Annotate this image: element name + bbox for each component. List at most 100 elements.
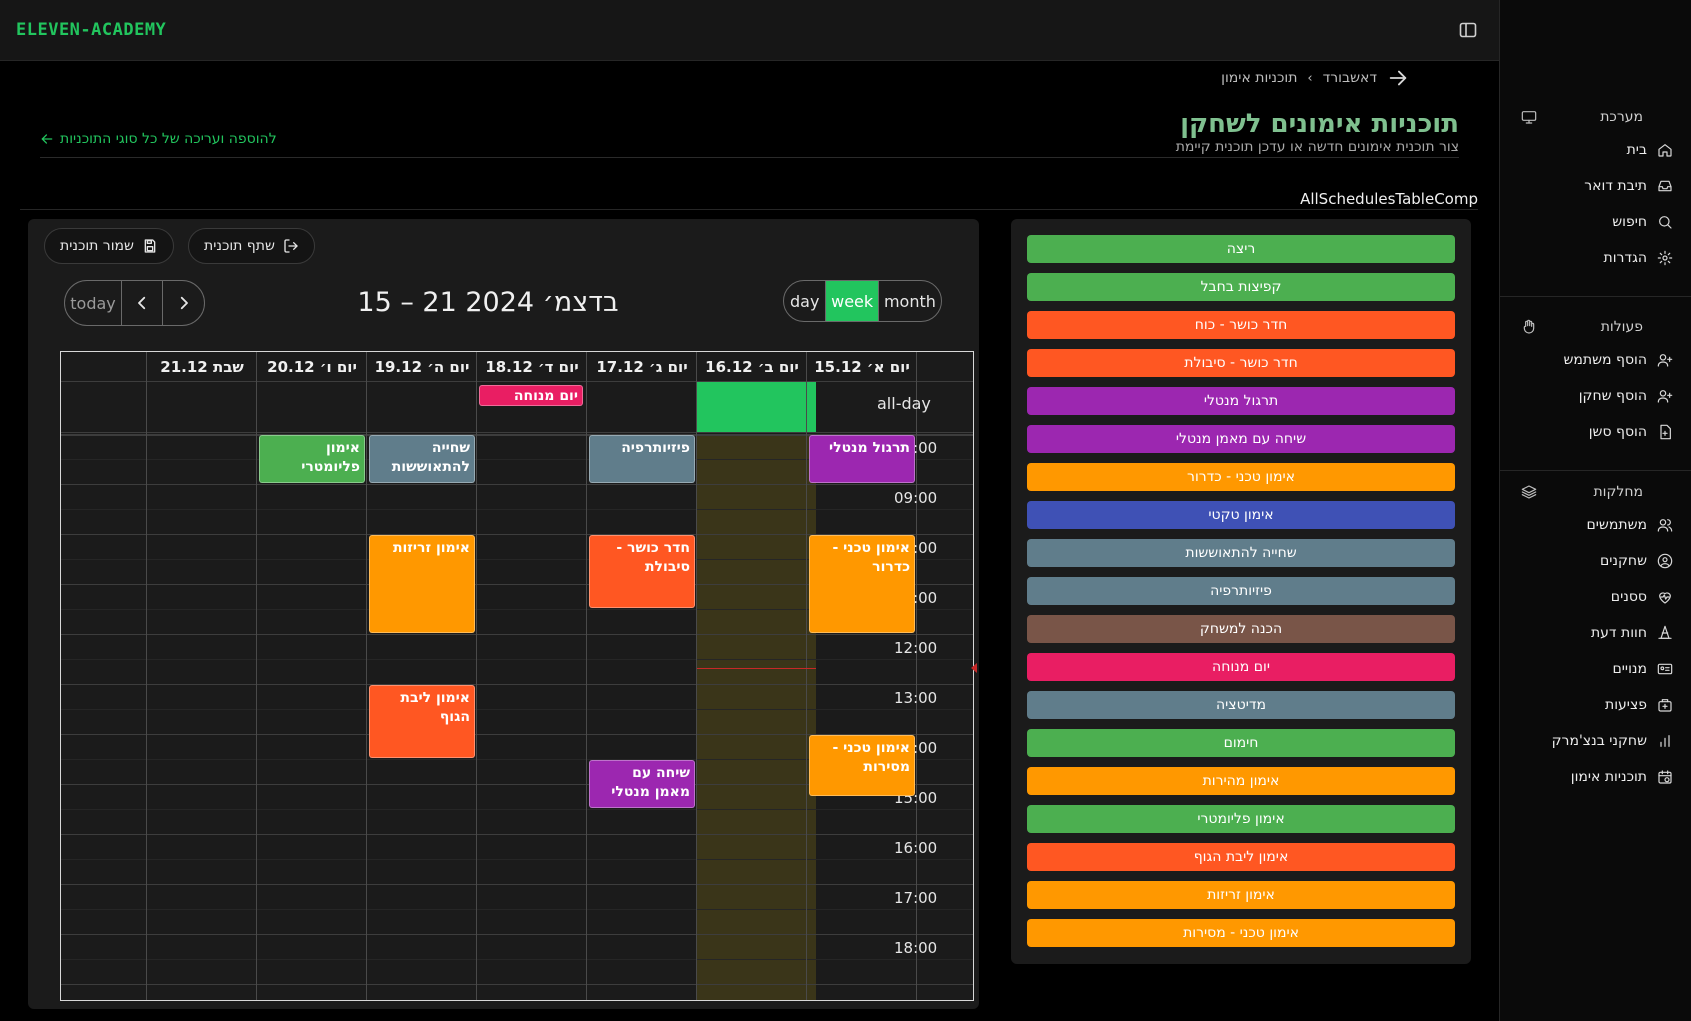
calendar-event[interactable]: חדר כושר - סיבולת: [589, 535, 695, 608]
day-divider: [476, 352, 477, 1000]
sidebar-item[interactable]: חיפוש: [1501, 204, 1691, 240]
event-type-chip[interactable]: חדר כושר - כוח: [1027, 311, 1455, 339]
calendar-event[interactable]: אימון טכני - כדרור: [809, 535, 915, 633]
calendar-event[interactable]: תרגול מנטלי: [809, 435, 915, 483]
hour-line: [61, 984, 973, 985]
sidebar-item-label: חוות דעת: [1590, 625, 1647, 641]
day-divider: [146, 352, 147, 1000]
add-programs-link[interactable]: להוספה ועריכה של כל סוגי התוכניות: [40, 131, 277, 147]
calendar-event[interactable]: אימון זריזות: [369, 535, 475, 633]
sidebar-item-label: שחקני בנצ'מרק: [1551, 733, 1647, 749]
header-divider: [61, 381, 973, 382]
day-header[interactable]: יום ד׳ 18.12: [477, 352, 587, 381]
event-type-chip[interactable]: ריצה: [1027, 235, 1455, 263]
event-type-chip[interactable]: מדיטציה: [1027, 691, 1455, 719]
medical-kit-icon: [1658, 699, 1672, 712]
calendar-navigation: today: [64, 280, 205, 326]
hour-line: [61, 934, 973, 935]
sidebar-item[interactable]: משתמשים: [1501, 507, 1691, 543]
event-type-chip[interactable]: תרגול מנטלי: [1027, 387, 1455, 415]
event-type-chip[interactable]: הכנה למשחק: [1027, 615, 1455, 643]
next-week-button[interactable]: [163, 281, 204, 325]
event-type-chip[interactable]: אימון טכני - כדרור: [1027, 463, 1455, 491]
event-type-chip[interactable]: קפיצות בחבל: [1027, 273, 1455, 301]
arrow-right-icon[interactable]: [1387, 67, 1409, 89]
half-hour-line: [61, 509, 973, 510]
event-type-chip[interactable]: שיחה עם מאמן מנטלי: [1027, 425, 1455, 453]
calendar-panel: שמור תוכנית שתף תוכנית today 15 – 21 בדצ…: [28, 219, 979, 1009]
gear-icon: [1657, 250, 1673, 266]
calendar-event[interactable]: שחייה להתאוששות: [369, 435, 475, 483]
event-type-chip[interactable]: אימון ליבת הגוף: [1027, 843, 1455, 871]
sidebar-item[interactable]: תוכניות אימון: [1501, 759, 1691, 795]
sidebar-item[interactable]: הוסף משתמש: [1501, 342, 1691, 378]
day-header[interactable]: יום ג׳ 17.12: [587, 352, 697, 381]
time-label: 09:00: [894, 489, 938, 507]
event-type-chip[interactable]: חדר כושר - סיבולת: [1027, 349, 1455, 377]
day-header[interactable]: יום ו׳ 20.12: [257, 352, 367, 381]
prev-week-button[interactable]: [122, 281, 163, 325]
day-header[interactable]: יום א׳ 15.12: [807, 352, 917, 381]
hand-icon: [1523, 319, 1535, 334]
view-day-button[interactable]: day: [784, 281, 827, 321]
event-type-chip[interactable]: שחייה להתאוששות: [1027, 539, 1455, 567]
event-type-chip[interactable]: יום מנוחה: [1027, 653, 1455, 681]
calendar-event[interactable]: שיחה עם מאמן מנטלי: [589, 760, 695, 808]
hour-line: [61, 684, 973, 685]
monitor-icon: [1521, 111, 1537, 124]
today-button[interactable]: today: [65, 281, 122, 325]
current-time-marker: [971, 662, 977, 673]
event-type-chip[interactable]: אימון טכני - מסירות: [1027, 919, 1455, 947]
heart-pulse-icon: [1659, 592, 1671, 604]
calendar-event[interactable]: אימון טכני - מסירות: [809, 735, 915, 796]
calendar-event[interactable]: פיזיותרפיה: [589, 435, 695, 483]
sidebar-item[interactable]: מנויים: [1501, 651, 1691, 687]
cone-icon: [1658, 625, 1672, 639]
home-icon: [1658, 144, 1672, 157]
event-type-chip[interactable]: אימון טקטי: [1027, 501, 1455, 529]
event-type-chip[interactable]: אימון פליומטרי: [1027, 805, 1455, 833]
event-type-chip[interactable]: פיזיותרפיה: [1027, 577, 1455, 605]
sidebar-item[interactable]: ססנים: [1501, 579, 1691, 615]
sidebar-item[interactable]: שחקנים: [1501, 543, 1691, 579]
share-program-button[interactable]: שתף תוכנית: [188, 228, 315, 264]
event-type-chip[interactable]: אימון מהירות: [1027, 767, 1455, 795]
sidebar-item[interactable]: פציעות: [1501, 687, 1691, 723]
save-program-button[interactable]: שמור תוכנית: [44, 228, 174, 264]
breadcrumb: דאשבורד › תוכניות אימון: [1221, 66, 1409, 90]
sidebar-item[interactable]: חוות דעת: [1501, 615, 1691, 651]
page-subtitle: צור תוכנית אימונים חדשה או עדכן תוכנית ק…: [1175, 139, 1459, 155]
day-header[interactable]: שבת 21.12: [147, 352, 257, 381]
sidebar-item[interactable]: בית: [1501, 132, 1691, 168]
calendar-event[interactable]: אימון ליבת הגוף: [369, 685, 475, 758]
sidebar-item[interactable]: הוסף סשן: [1501, 414, 1691, 450]
today-column-highlight: [697, 435, 816, 1000]
sidebar-item-label: תוכניות אימון: [1570, 769, 1647, 785]
sidebar-item[interactable]: תיבת דואר: [1501, 168, 1691, 204]
allday-event[interactable]: יום מנוחה: [479, 385, 583, 406]
id-card-icon: [1657, 663, 1673, 675]
sidebar-heading-departments: מחלקות: [1501, 477, 1691, 507]
sidebar-item[interactable]: הגדרות: [1501, 240, 1691, 276]
day-header[interactable]: יום ב׳ 16.12: [697, 352, 807, 381]
time-label: 13:00: [894, 689, 938, 707]
view-week-button[interactable]: week: [826, 281, 879, 321]
breadcrumb-home[interactable]: דאשבורד: [1323, 70, 1377, 86]
current-time-line: [697, 667, 816, 669]
brand-logo[interactable]: ELEVEN-ACADEMY: [16, 20, 166, 40]
sidebar-item[interactable]: הוסף שחקן: [1501, 378, 1691, 414]
event-type-chip[interactable]: אימון זריזות: [1027, 881, 1455, 909]
calendar-event[interactable]: אימון פליומטרי: [259, 435, 365, 483]
inbox-icon: [1658, 180, 1672, 192]
add-programs-link-label[interactable]: להוספה ועריכה של כל סוגי התוכניות: [60, 131, 277, 147]
sidebar-item-label: בית: [1626, 142, 1647, 158]
event-type-chip[interactable]: חימום: [1027, 729, 1455, 757]
view-month-button[interactable]: month: [879, 281, 941, 321]
sidebar-item[interactable]: שחקני בנצ'מרק: [1501, 723, 1691, 759]
day-divider: [366, 352, 367, 1000]
calendar-title: 15 – 21 בדצמ׳ 2024: [357, 287, 619, 318]
day-header[interactable]: יום ה׳ 19.12: [367, 352, 477, 381]
sidebar-toggle-icon[interactable]: [1458, 20, 1478, 40]
sidebar-item-label: פציעות: [1605, 697, 1647, 713]
sidebar-item-label: הוסף סשן: [1588, 424, 1647, 440]
